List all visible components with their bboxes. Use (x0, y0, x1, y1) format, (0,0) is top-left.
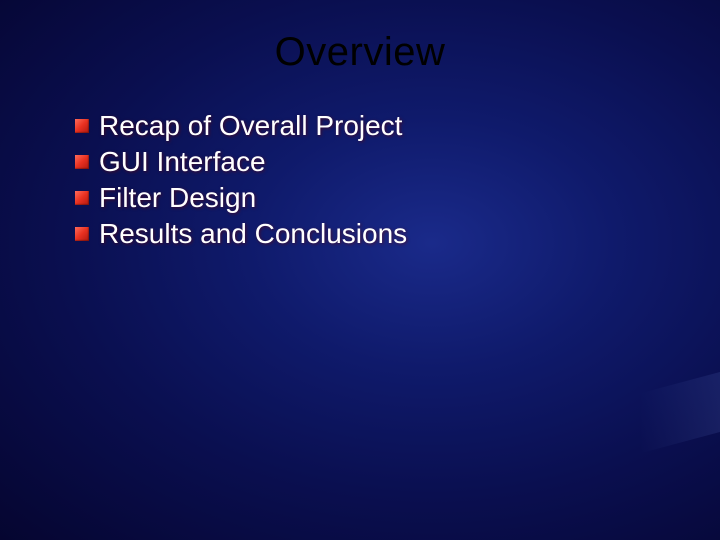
bullet-text: Filter Design (99, 182, 256, 214)
decorative-accent (640, 367, 720, 454)
list-item: Filter Design (75, 182, 720, 214)
slide-title: Overview (0, 0, 720, 110)
bullet-text: GUI Interface (99, 146, 266, 178)
list-item: Recap of Overall Project (75, 110, 720, 142)
bullet-text: Results and Conclusions (99, 218, 407, 250)
bullet-icon (75, 191, 89, 205)
bullet-icon (75, 155, 89, 169)
bullet-text: Recap of Overall Project (99, 110, 402, 142)
list-item: Results and Conclusions (75, 218, 720, 250)
list-item: GUI Interface (75, 146, 720, 178)
bullet-list: Recap of Overall Project GUI Interface F… (0, 110, 720, 250)
bullet-icon (75, 227, 89, 241)
bullet-icon (75, 119, 89, 133)
